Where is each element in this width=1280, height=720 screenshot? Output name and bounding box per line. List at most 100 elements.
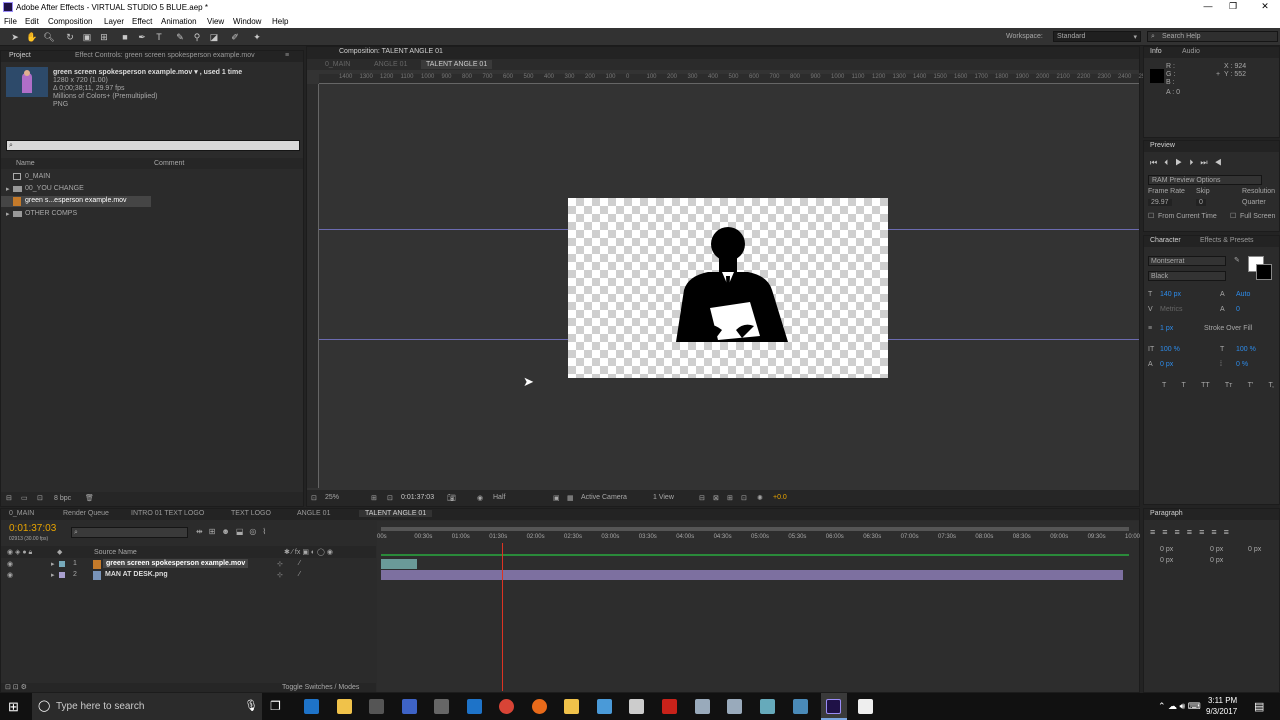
timeline-icon[interactable]: ⊞ — [727, 494, 733, 502]
eyedropper-icon[interactable]: ✎ — [1234, 256, 1240, 264]
subscript-button[interactable]: T, — [1268, 382, 1273, 389]
faux-italic-button[interactable]: T — [1182, 382, 1186, 389]
microphone-icon[interactable]: 🎙︎ — [244, 699, 258, 712]
list-item-selected[interactable]: green s...esperson example.mov — [1, 196, 151, 207]
clone-tool-icon[interactable]: ⚲ — [190, 30, 204, 44]
shy-switch-icon[interactable]: ⊹ — [277, 560, 283, 568]
space-after-value[interactable]: 0 px — [1210, 557, 1223, 564]
minimize-button[interactable]: — — [1196, 1, 1220, 13]
pan-behind-tool-icon[interactable]: ⊞ — [97, 30, 111, 44]
crumb-angle[interactable]: ANGLE 01 — [374, 61, 407, 68]
maximize-button[interactable]: ❐ — [1221, 1, 1245, 13]
indent-first-value[interactable]: 0 px — [1248, 546, 1261, 553]
store-icon[interactable] — [369, 699, 384, 714]
resolution-select[interactable]: Quarter — [1242, 199, 1266, 206]
column-name[interactable]: Name — [16, 160, 35, 167]
transparency-grid-icon[interactable]: ▦ — [567, 494, 574, 502]
brush-tool-icon[interactable]: ✎ — [173, 30, 187, 44]
font-size-value[interactable]: 140 px — [1160, 291, 1181, 298]
expand-arrow-icon[interactable]: ▸ — [6, 185, 10, 193]
menu-layer[interactable]: Layer — [104, 17, 124, 26]
timeline-track-area[interactable]: 00s 00:30s 01:00s 01:30s 02:00s 02:30s 03:00s 0… — [377, 521, 1140, 692]
justify-all-icon[interactable]: ≡ — [1224, 527, 1236, 537]
layer-name[interactable]: MAN AT DESK.png — [105, 571, 168, 578]
tab-paragraph[interactable]: Paragraph — [1150, 510, 1183, 517]
list-item[interactable]: 0_MAIN — [1, 172, 303, 183]
bit-depth[interactable]: 8 bpc — [54, 495, 71, 502]
visibility-icon[interactable]: ◉ — [7, 560, 13, 568]
current-time-indicator[interactable] — [502, 543, 504, 691]
app-icon[interactable] — [695, 699, 710, 714]
comp-timecode[interactable]: 0:01:37:03 — [401, 494, 434, 501]
task-view-icon[interactable]: ❐ — [270, 699, 281, 713]
space-before-value[interactable]: 0 px — [1160, 557, 1173, 564]
tsume-value[interactable]: 0 % — [1236, 361, 1248, 368]
draft-3d-icon[interactable]: ⊞ — [209, 527, 222, 536]
hide-shy-icon[interactable]: ☻ — [221, 527, 235, 536]
next-frame-icon[interactable]: ⏵ — [1189, 158, 1200, 167]
tray-icons[interactable]: ⌃ ☁ 🔊︎ ⌨ — [1158, 701, 1201, 712]
stroke-color-swatch[interactable] — [1256, 264, 1272, 280]
snapshot-icon[interactable]: 📷︎ — [447, 494, 456, 502]
tab-composition[interactable]: Composition: TALENT ANGLE 01 — [339, 48, 443, 55]
tab-talent-angle[interactable]: TALENT ANGLE 01 — [359, 510, 433, 517]
font-family-select[interactable]: Montserrat — [1148, 256, 1226, 266]
puppet-tool-icon[interactable]: ✦ — [250, 30, 264, 44]
faux-bold-button[interactable]: T — [1162, 382, 1166, 389]
quality-switch-icon[interactable]: ⁄ — [299, 560, 300, 567]
expand-arrow-icon[interactable]: ▸ — [6, 210, 10, 218]
leading-value[interactable]: Auto — [1236, 291, 1250, 298]
play-icon[interactable]: ▶ — [1175, 158, 1189, 167]
superscript-button[interactable]: T' — [1248, 382, 1254, 389]
tab-intro-text-logo[interactable]: INTRO 01 TEXT LOGO — [131, 510, 204, 517]
menu-effect[interactable]: Effect — [132, 17, 152, 26]
justify-center-icon[interactable]: ≡ — [1199, 527, 1211, 537]
panel-menu-icon[interactable]: ≡ — [285, 52, 289, 59]
app-icon[interactable] — [597, 699, 612, 714]
search-help-input[interactable]: ⌕ Search Help — [1147, 31, 1278, 42]
app-icon[interactable] — [467, 699, 482, 714]
align-right-icon[interactable]: ≡ — [1175, 527, 1187, 537]
interpret-footage-icon[interactable]: ⊟ — [6, 494, 12, 502]
layer-name[interactable]: green screen spokesperson example.mov — [103, 559, 249, 568]
tab-audio[interactable]: Audio — [1182, 48, 1200, 55]
label-color[interactable] — [59, 561, 65, 567]
app-icon[interactable] — [760, 699, 775, 714]
app-icon[interactable] — [629, 699, 644, 714]
stroke-mode-select[interactable]: Stroke Over Fill — [1204, 325, 1252, 332]
tab-project[interactable]: Project — [9, 52, 31, 59]
tracking-value[interactable]: 0 — [1236, 306, 1240, 313]
column-comment[interactable]: Comment — [154, 160, 184, 167]
quality-switch-icon[interactable]: ⁄ — [299, 571, 300, 578]
workspace-select[interactable]: Standard ▾ — [1053, 31, 1141, 42]
resolution-select[interactable]: Half — [493, 494, 505, 501]
exposure-icon[interactable]: ✺ — [757, 494, 763, 502]
always-preview-icon[interactable]: ⊡ — [311, 494, 317, 502]
windows-start-icon[interactable]: ⊞ — [8, 699, 19, 715]
all-caps-button[interactable]: TT — [1201, 382, 1210, 389]
view-layout-select[interactable]: 1 View — [653, 494, 674, 501]
menu-edit[interactable]: Edit — [25, 17, 39, 26]
hand-tool-icon[interactable]: ✋ — [25, 30, 39, 44]
skip-select[interactable]: 0 — [1196, 199, 1206, 206]
tab-effects-presets[interactable]: Effects & Presets — [1200, 237, 1254, 244]
align-left-icon[interactable]: ≡ — [1150, 527, 1162, 537]
layer-bar-1[interactable] — [381, 559, 417, 569]
layer-bar-2[interactable] — [381, 570, 1123, 580]
composition-canvas[interactable] — [568, 198, 888, 378]
text-tool-icon[interactable]: T — [152, 30, 166, 44]
exposure-value[interactable]: +0.0 — [773, 494, 787, 501]
crumb-talent[interactable]: TALENT ANGLE 01 — [421, 60, 493, 69]
list-item[interactable]: ▸ OTHER COMPS — [1, 209, 303, 220]
clock-date[interactable]: 9/3/2017 — [1206, 707, 1237, 716]
taskbar-search[interactable]: ◯ Type here to search 🎙︎ — [32, 693, 262, 720]
ram-preview-select[interactable]: RAM Preview Options — [1148, 175, 1262, 185]
vertical-scale-value[interactable]: 100 % — [1160, 346, 1180, 353]
font-style-select[interactable]: Black — [1148, 271, 1226, 281]
kerning-value[interactable]: Metrics — [1160, 306, 1183, 313]
label-color[interactable] — [59, 572, 65, 578]
audio-icon[interactable]: ◀ — [1215, 158, 1229, 167]
menu-animation[interactable]: Animation — [161, 17, 197, 26]
clock-time[interactable]: 3:11 PM — [1208, 696, 1237, 705]
rotate-tool-icon[interactable]: ↻ — [63, 30, 77, 44]
